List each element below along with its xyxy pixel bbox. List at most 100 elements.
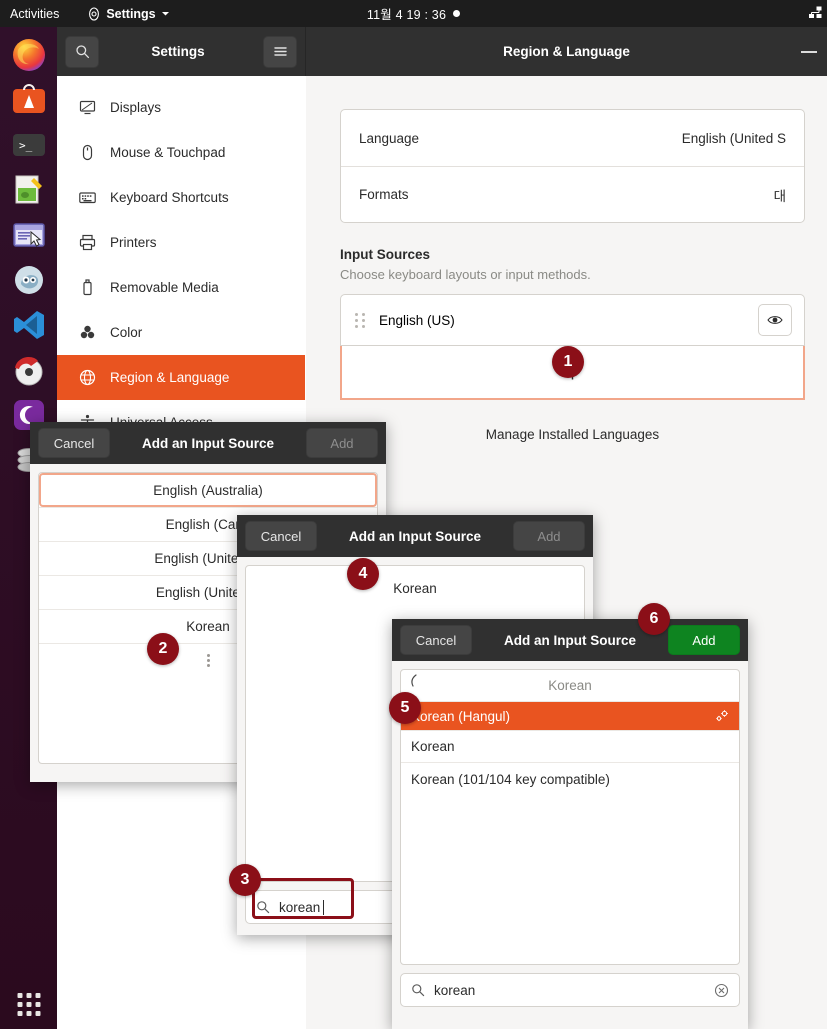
dialog1-title: Add an Input Source: [141, 435, 274, 451]
usb-drive-icon: [79, 279, 96, 296]
search-icon: [75, 44, 90, 59]
search-icon: [411, 983, 425, 997]
activities-button[interactable]: Activities: [10, 7, 59, 21]
dialog3-cancel-button[interactable]: Cancel: [400, 625, 472, 655]
keyboard-icon: [79, 189, 96, 206]
settings-title: Settings: [151, 44, 205, 59]
app-menu-button[interactable]: Settings: [87, 7, 169, 21]
status-area[interactable]: [808, 0, 823, 27]
dialog3-title: Add an Input Source: [503, 632, 636, 648]
sidebar-item-label: Removable Media: [110, 280, 219, 295]
list-item-korean-hangul[interactable]: Korean (Hangul): [401, 701, 739, 730]
svg-text:>_: >_: [19, 139, 33, 152]
ubuntu-software-icon: [12, 84, 45, 113]
settings-sidebar-header: Settings: [57, 27, 305, 76]
dialog2-header: Cancel Add an Input Source Add: [237, 515, 593, 557]
language-formats-card: Language English (United S Formats 대: [340, 109, 805, 223]
language-label: Language: [359, 130, 420, 146]
back-chevron-icon[interactable]: [409, 674, 418, 688]
dialog3-search-value: korean: [434, 982, 476, 998]
language-value: English (United S: [681, 130, 786, 146]
list-item-korean-101-104[interactable]: Korean (101/104 key compatible): [401, 762, 739, 796]
eye-preview-icon[interactable]: [758, 304, 792, 336]
settings-gear-icon: [87, 6, 101, 21]
network-icon: [808, 6, 823, 21]
sidebar-item-label: Printers: [110, 235, 157, 250]
sidebar-item-keyboard-shortcuts[interactable]: Keyboard Shortcuts: [57, 175, 305, 220]
list-item[interactable]: Korean: [246, 566, 584, 610]
app-menu-label: Settings: [106, 6, 156, 21]
terminal-icon: >_: [12, 134, 45, 156]
clear-circle-icon[interactable]: [714, 983, 729, 998]
sidebar-item-region-language[interactable]: Region & Language: [57, 355, 305, 400]
highlight-search-field: [252, 878, 354, 919]
dialog2-add-button[interactable]: Add: [512, 521, 585, 551]
step-badge-1: 1: [552, 346, 584, 378]
step-badge-3: 3: [229, 864, 261, 896]
dock-item-vscode[interactable]: [7, 303, 51, 347]
formats-value: 대: [773, 188, 786, 204]
manage-installed-languages-button[interactable]: Manage Installed Languages: [340, 412, 805, 456]
gimp-icon: [14, 266, 43, 294]
globe-icon: [79, 369, 96, 386]
input-source-row-english-us[interactable]: English (US): [341, 295, 804, 345]
dock-item-ubuntu-software[interactable]: [7, 78, 51, 122]
show-applications-grid[interactable]: [17, 993, 40, 1016]
dialog1-add-button[interactable]: Add: [305, 428, 378, 458]
sidebar-item-label: Mouse & Touchpad: [110, 145, 226, 160]
input-sources-list: English (US): [340, 294, 805, 346]
input-source-label: English (US): [379, 312, 455, 328]
sidebar-item-printers[interactable]: Printers: [57, 220, 305, 265]
add-input-source-dialog-3: Cancel Add an Input Source Add Korean Ko…: [392, 619, 748, 1029]
dock-item-text-editor[interactable]: [7, 168, 51, 212]
firefox-icon: [12, 39, 45, 71]
step-badge-5: 5: [389, 692, 421, 724]
input-sources-title: Input Sources: [340, 247, 431, 262]
sidebar-item-label: Region & Language: [110, 370, 230, 385]
help-icon: [14, 356, 42, 386]
display-icon: [79, 99, 96, 116]
dialog2-title: Add an Input Source: [348, 528, 481, 544]
input-sources-subtitle: Choose keyboard layouts or input methods…: [340, 267, 591, 282]
dialog3-search-input[interactable]: korean: [400, 973, 740, 1007]
drag-handle-icon[interactable]: [355, 312, 365, 328]
vscode-icon: [13, 311, 44, 339]
dialog1-cancel-button[interactable]: Cancel: [38, 428, 110, 458]
formats-row[interactable]: Formats 대: [341, 166, 804, 222]
dock-item-terminal[interactable]: >_: [7, 123, 51, 167]
list-item-label: Korean (Hangul): [411, 708, 511, 724]
list-item-korean[interactable]: Korean: [401, 730, 739, 762]
sidebar-item-label: Color: [110, 325, 143, 340]
screen-root: Activities Settings 11월 4 19 : 36 >_ Set…: [0, 0, 827, 1029]
sidebar-item-label: Displays: [110, 100, 162, 115]
color-icon: [79, 324, 96, 341]
remote-desktop-icon: [12, 223, 45, 247]
more-vertical-icon: [206, 654, 210, 667]
sidebar-item-mouse-touchpad[interactable]: Mouse & Touchpad: [57, 130, 305, 175]
sidebar-item-label: Keyboard Shortcuts: [110, 190, 229, 205]
dialog3-source-list[interactable]: Korean Korean (Hangul) Korean Korean (10…: [400, 669, 740, 965]
sidebar-item-displays[interactable]: Displays: [57, 85, 305, 130]
minimize-button[interactable]: [801, 50, 817, 53]
step-badge-4: 4: [347, 558, 379, 590]
dialog3-add-button[interactable]: Add: [667, 625, 740, 655]
dialog2-cancel-button[interactable]: Cancel: [245, 521, 317, 551]
dock-item-gimp[interactable]: [7, 258, 51, 302]
list-item[interactable]: English (Australia): [39, 473, 377, 507]
dock-item-remote-desktop[interactable]: [7, 213, 51, 257]
manage-label: Manage Installed Languages: [485, 426, 660, 442]
sidebar-item-removable-media[interactable]: Removable Media: [57, 265, 305, 310]
dock-item-help[interactable]: [7, 348, 51, 392]
language-row[interactable]: Language English (United S: [341, 110, 804, 166]
text-editor-icon: [15, 175, 42, 204]
main-menu-button[interactable]: [263, 35, 297, 68]
printer-icon: [79, 234, 96, 251]
clock-label: 11월 4 19 : 36: [366, 8, 447, 22]
sidebar-item-color[interactable]: Color: [57, 310, 305, 355]
formats-label: Formats: [359, 187, 409, 202]
preferences-gear-icon[interactable]: [714, 709, 729, 723]
dock-item-firefox[interactable]: [7, 33, 51, 77]
step-badge-2: 2: [147, 633, 179, 665]
gnome-top-bar: Activities Settings 11월 4 19 : 36: [0, 0, 827, 27]
notification-dot: [453, 10, 461, 17]
